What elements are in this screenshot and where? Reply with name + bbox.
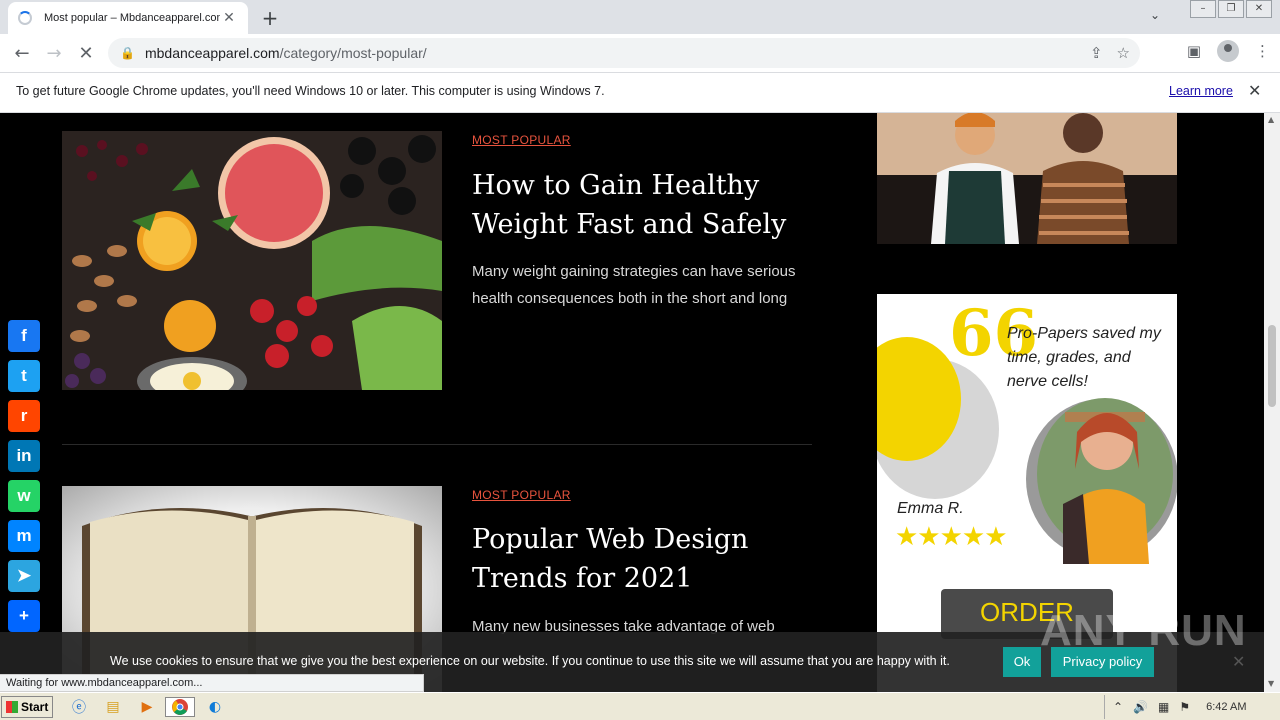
scroll-up-arrow-icon[interactable]: ▲ bbox=[1268, 115, 1274, 124]
facebook-share-icon[interactable]: f bbox=[8, 320, 40, 352]
url-path: /category/most-popular/ bbox=[279, 45, 427, 61]
windows-taskbar: Start ⓔ ▤ ▶ ◐ ⌃ 🔊 ▦ ⚑ 6:42 AM bbox=[0, 692, 1280, 720]
cookie-message: We use cookies to ensure that we give yo… bbox=[110, 654, 950, 668]
social-share-bar: f t r in w m ➤ + bbox=[8, 320, 40, 640]
internet-explorer-icon[interactable]: ⓔ bbox=[68, 697, 90, 717]
share-page-icon[interactable]: ⇪ bbox=[1090, 44, 1103, 62]
scroll-down-arrow-icon[interactable]: ▼ bbox=[1268, 679, 1274, 688]
start-label: Start bbox=[21, 700, 49, 714]
telegram-share-icon[interactable]: ➤ bbox=[8, 560, 40, 592]
post-thumbnail-food[interactable] bbox=[62, 131, 442, 390]
twitter-share-icon[interactable]: t bbox=[8, 360, 40, 392]
update-infobar: To get future Google Chrome updates, you… bbox=[0, 72, 1280, 113]
infobar-message: To get future Google Chrome updates, you… bbox=[16, 84, 605, 98]
new-tab-button[interactable]: + bbox=[258, 6, 282, 30]
window-controls: – ❐ ✕ bbox=[1188, 0, 1272, 18]
post-title[interactable]: Popular Web Design Trends for 2021 bbox=[472, 520, 812, 598]
side-panel-icon[interactable]: ▣ bbox=[1187, 42, 1201, 60]
food-image-icon bbox=[62, 131, 442, 390]
chrome-logo-icon bbox=[172, 699, 188, 715]
ad-star-rating: ★★★★★ bbox=[895, 522, 1008, 552]
menu-kebab-icon[interactable]: ⋮ bbox=[1255, 42, 1270, 60]
share-share-icon[interactable]: + bbox=[8, 600, 40, 632]
system-tray: ⌃ 🔊 ▦ ⚑ 6:42 AM bbox=[1104, 695, 1280, 719]
anyrun-watermark: ANY RUN bbox=[1040, 606, 1247, 655]
post-excerpt: Many weight gaining strategies can have … bbox=[472, 263, 796, 307]
post-divider bbox=[62, 444, 812, 445]
active-tab[interactable]: Most popular – Mbdanceapparel.com ✕ bbox=[8, 2, 248, 34]
windows-logo-icon bbox=[6, 701, 18, 713]
ad-testimonial: Pro-Papers saved my time, grades, and ne… bbox=[1007, 325, 1161, 390]
taskbar-clock[interactable]: 6:42 AM bbox=[1206, 701, 1246, 713]
window-close-button[interactable]: ✕ bbox=[1246, 0, 1272, 18]
chrome-taskbar-icon[interactable] bbox=[165, 697, 195, 717]
sidebar-photo-couple[interactable] bbox=[877, 113, 1177, 244]
cookie-ok-button[interactable]: Ok bbox=[1003, 647, 1041, 677]
profile-avatar-icon[interactable] bbox=[1217, 40, 1239, 62]
reddit-share-icon[interactable]: r bbox=[8, 400, 40, 432]
whatsapp-share-icon[interactable]: w bbox=[8, 480, 40, 512]
media-player-icon[interactable]: ▶ bbox=[136, 697, 158, 717]
messenger-share-icon[interactable]: m bbox=[8, 520, 40, 552]
restore-button[interactable]: ❐ bbox=[1218, 0, 1244, 18]
tab-title: Most popular – Mbdanceapparel.com bbox=[44, 12, 220, 24]
linkedin-share-icon[interactable]: in bbox=[8, 440, 40, 472]
loading-spinner-icon bbox=[18, 11, 32, 25]
url-host: mbdanceapparel.com bbox=[144, 45, 280, 61]
post-category-link[interactable]: MOST POPULAR bbox=[472, 488, 571, 502]
scrollbar-thumb[interactable] bbox=[1268, 325, 1276, 407]
edge-browser-icon[interactable]: ◐ bbox=[204, 697, 226, 717]
url-text: mbdanceapparel.com/category/most-popular… bbox=[145, 45, 427, 61]
lock-icon[interactable]: 🔒 bbox=[120, 46, 135, 60]
file-explorer-folder-icon[interactable]: ▤ bbox=[102, 697, 124, 717]
start-button[interactable]: Start bbox=[1, 696, 53, 718]
infobar-close-icon[interactable]: ✕ bbox=[1248, 81, 1261, 100]
post-category-link[interactable]: MOST POPULAR bbox=[472, 133, 571, 147]
stop-loading-icon[interactable]: ✕ bbox=[70, 43, 102, 64]
couple-image-icon bbox=[877, 113, 1177, 244]
address-bar[interactable]: 🔒 mbdanceapparel.com/category/most-popul… bbox=[108, 38, 1140, 68]
post-title[interactable]: How to Gain Healthy Weight Fast and Safe… bbox=[472, 166, 812, 244]
minimize-button[interactable]: – bbox=[1190, 0, 1216, 18]
tray-expand-icon[interactable]: ⌃ bbox=[1113, 700, 1123, 714]
ad-reviewer-name: Emma R. bbox=[897, 500, 964, 517]
browser-status-bubble: Waiting for www.mbdanceapparel.com... bbox=[0, 674, 424, 692]
tab-search-chevron-down-icon[interactable]: ⌄ bbox=[1150, 8, 1160, 22]
page-scrollbar[interactable]: ▲ ▼ bbox=[1264, 113, 1280, 692]
tab-close-icon[interactable]: ✕ bbox=[220, 10, 238, 26]
network-icon[interactable]: ▦ bbox=[1158, 700, 1169, 714]
action-center-flag-icon[interactable]: ⚑ bbox=[1179, 700, 1190, 714]
browser-toolbar: ← → ✕ 🔒 mbdanceapparel.com/category/most… bbox=[0, 34, 1280, 72]
bookmark-star-icon[interactable]: ☆ bbox=[1117, 44, 1130, 62]
volume-icon[interactable]: 🔊 bbox=[1133, 700, 1148, 714]
tab-strip: Most popular – Mbdanceapparel.com ✕ + ⌄ … bbox=[0, 0, 1280, 34]
forward-arrow-icon[interactable]: → bbox=[38, 43, 70, 64]
back-arrow-icon[interactable]: ← bbox=[6, 43, 38, 64]
learn-more-link[interactable]: Learn more bbox=[1169, 84, 1233, 98]
